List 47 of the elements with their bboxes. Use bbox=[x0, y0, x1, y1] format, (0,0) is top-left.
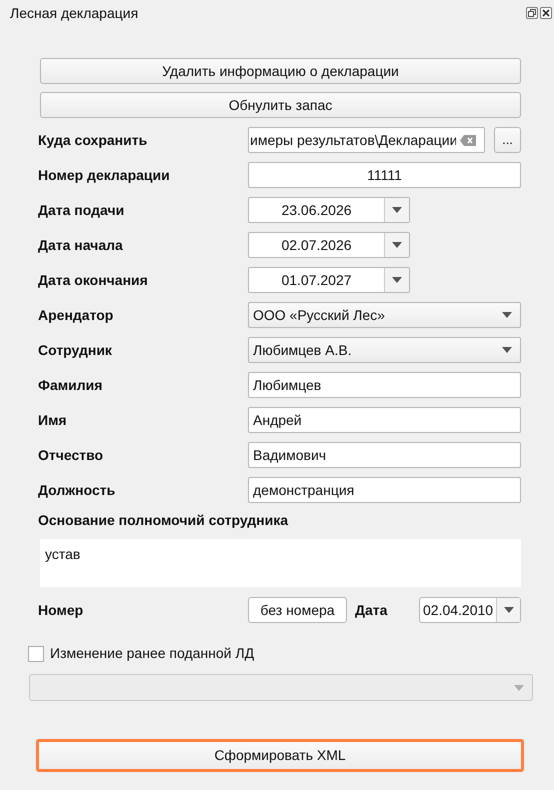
field-label: Фамилия bbox=[38, 376, 104, 394]
text-field[interactable]: Вадимович bbox=[248, 442, 521, 468]
date-value: 02.07.2026 bbox=[280, 236, 353, 254]
field-label: Дата окончания bbox=[38, 270, 149, 290]
field-label: Отчество bbox=[38, 446, 104, 464]
date-field[interactable]: 01.07.2027 bbox=[248, 267, 410, 293]
field-label: Номер bbox=[38, 600, 84, 620]
dropdown-value: ООО «Русский Лес» bbox=[253, 306, 386, 325]
browse-button[interactable]: ... bbox=[494, 127, 521, 153]
text-field[interactable]: Андрей bbox=[248, 407, 521, 433]
field-label: Арендатор bbox=[38, 306, 114, 325]
date-field[interactable]: 02.07.2026 bbox=[248, 232, 410, 258]
dropdown[interactable]: ООО «Русский Лес» bbox=[248, 302, 521, 328]
date-field[interactable]: 23.06.2026 bbox=[248, 197, 410, 223]
action-button[interactable]: Обнулить запас bbox=[40, 92, 521, 118]
dropdown[interactable]: Любимцев А.В. bbox=[248, 337, 521, 363]
window-title: Лесная декларация bbox=[10, 4, 138, 23]
close-icon[interactable] bbox=[540, 7, 552, 19]
text-area[interactable]: устав bbox=[40, 539, 521, 587]
path-field[interactable]: имеры результатов\Декларации bbox=[248, 127, 485, 153]
field-label: Куда сохранить bbox=[38, 130, 148, 150]
date-value: 01.07.2027 bbox=[280, 270, 353, 290]
text-field[interactable]: 11111 bbox=[248, 162, 521, 188]
action-button[interactable]: Удалить информацию о декларации bbox=[40, 58, 521, 84]
field-label: Должность bbox=[38, 480, 116, 500]
section-label: Основание полномочий сотрудника bbox=[38, 511, 290, 530]
field-label: Номер декларации bbox=[38, 166, 171, 185]
field-label: Сотрудник bbox=[38, 340, 113, 360]
text-field[interactable]: без номера bbox=[248, 597, 347, 623]
generate-xml-button[interactable]: Сформировать XML bbox=[36, 739, 524, 772]
field-label: Имя bbox=[38, 410, 68, 430]
field-label: Дата начала bbox=[38, 236, 124, 255]
field-label: Дата подачи bbox=[38, 200, 126, 220]
text-field[interactable]: демонстранция bbox=[248, 477, 521, 503]
float-icon[interactable] bbox=[526, 7, 538, 19]
text-field[interactable]: Любимцев bbox=[248, 372, 521, 398]
path-value: имеры результатов\Декларации bbox=[249, 130, 456, 150]
dropdown-arrow-icon[interactable] bbox=[502, 312, 512, 318]
dropdown-arrow-icon[interactable] bbox=[502, 347, 512, 353]
checkbox[interactable] bbox=[28, 646, 44, 662]
checkbox-label: Изменение ранее поданной ЛД bbox=[50, 644, 254, 663]
date-value: 23.06.2026 bbox=[280, 200, 353, 220]
clear-icon[interactable] bbox=[460, 134, 476, 146]
dropdown-value: Любимцев А.В. bbox=[253, 340, 353, 360]
date-field[interactable]: 02.04.2010 bbox=[419, 597, 521, 623]
field-label: Дата bbox=[355, 600, 388, 620]
date-value: 02.04.2010 bbox=[422, 600, 494, 620]
